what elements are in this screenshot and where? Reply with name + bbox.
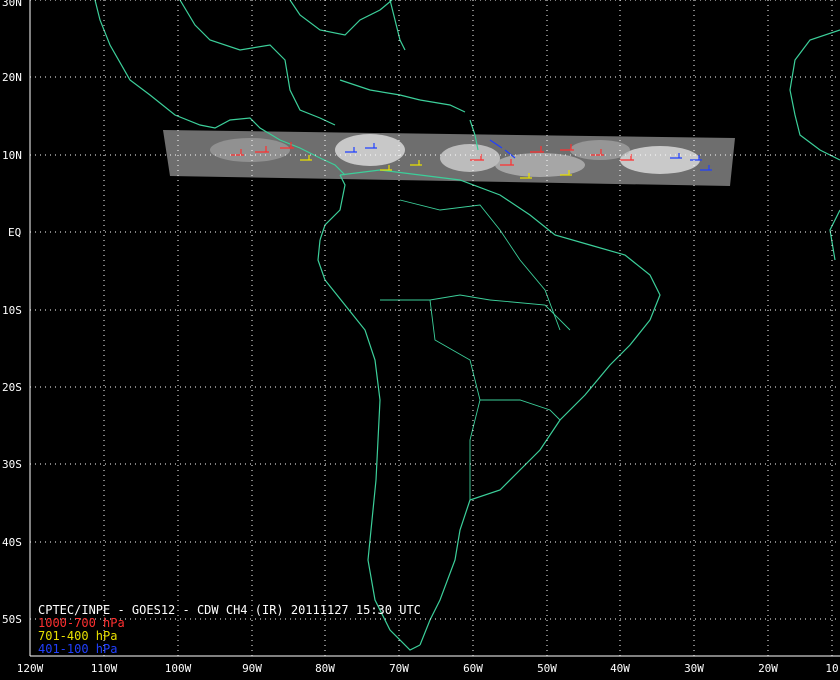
lat-label-50s: 50S	[2, 613, 22, 626]
lon-label-70w: 70W	[389, 662, 409, 675]
lon-label-20w: 20W	[758, 662, 778, 675]
map-caption: CPTEC/INPE - GOES12 - CDW CH4 (IR) 20111…	[38, 604, 421, 656]
lat-label-30s: 30S	[2, 458, 22, 471]
legend-high-level: 401-100 hPa	[38, 642, 118, 656]
lon-label-30w: 30W	[684, 662, 704, 675]
lat-label-20s: 20S	[2, 381, 22, 394]
lat-label-10n: 10N	[2, 149, 22, 162]
lat-label-30n: 30N	[2, 0, 22, 9]
lon-label-10w: 10	[825, 662, 839, 675]
lon-label-120w: 120W	[16, 662, 44, 675]
lon-label-90w: 90W	[242, 662, 262, 675]
satellite-map	[0, 0, 840, 680]
lon-label-50w: 50W	[537, 662, 557, 675]
map-background	[0, 0, 840, 680]
lon-label-100w: 100W	[164, 662, 192, 675]
lon-label-110w: 110W	[90, 662, 118, 675]
lon-label-40w: 40W	[610, 662, 630, 675]
lat-label-20n: 20N	[2, 71, 22, 84]
lat-label-40s: 40S	[2, 536, 22, 549]
lat-label-eq: EQ	[8, 226, 22, 239]
lon-label-60w: 60W	[463, 662, 483, 675]
lon-label-80w: 80W	[315, 662, 335, 675]
lat-label-10s: 10S	[2, 304, 22, 317]
